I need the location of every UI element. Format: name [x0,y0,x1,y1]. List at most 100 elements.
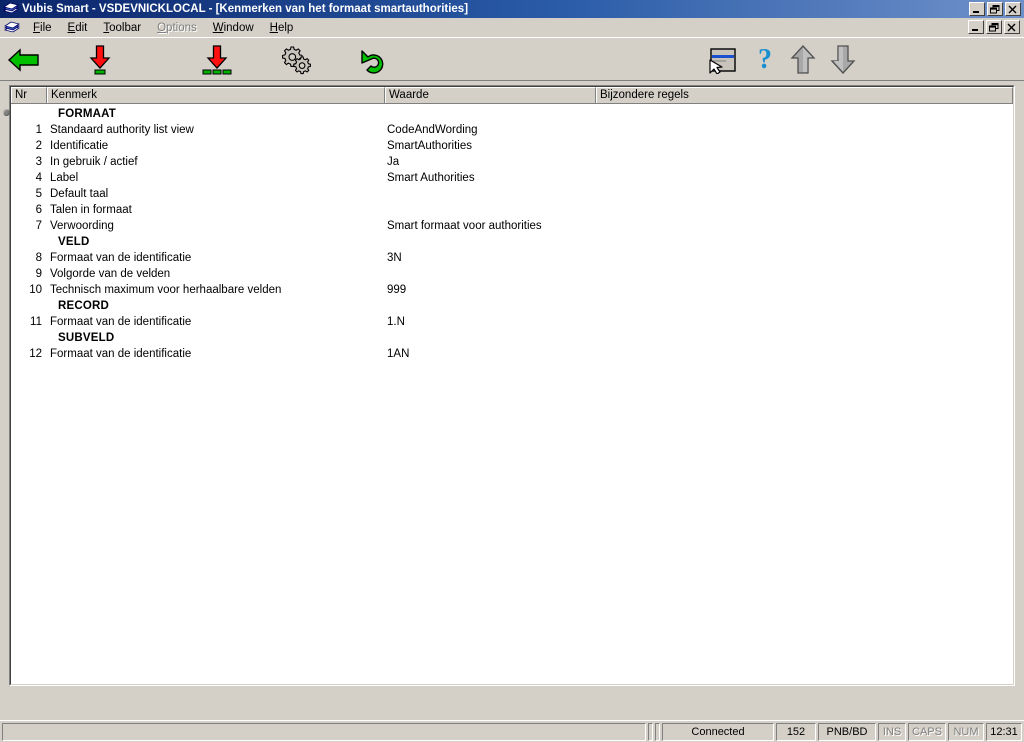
cell-kenmerk: Default taal [50,188,109,200]
table-section-row[interactable]: VELD [11,234,1013,250]
cell-nr: 5 [35,188,42,200]
table-row[interactable]: 5 Default taal [11,186,1013,202]
back-arrow-icon[interactable] [4,41,44,79]
svg-text:?: ? [758,45,772,75]
column-header-waarde[interactable]: Waarde [385,87,596,103]
table-row[interactable]: 12 Formaat van de identificatie 1AN [11,346,1013,362]
close-icon[interactable] [1005,2,1021,16]
table-section-row[interactable]: RECORD [11,298,1013,314]
menu-item-file[interactable]: File [25,20,60,36]
cell-waarde: CodeAndWording [387,124,478,136]
grid-body: FORMAAT 1 Standaard authority list view Cod… [11,104,1013,684]
application-window: Vubis Smart - VSDEVNICKLOCAL - [Kenmerke… [0,0,1024,742]
cell-kenmerk: Formaat van de identificatie [50,348,192,360]
title-bar: Vubis Smart - VSDEVNICKLOCAL - [Kenmerke… [0,0,1024,18]
cell-nr: 11 [30,316,42,328]
column-header-kenmerk[interactable]: Kenmerk [47,87,385,103]
cell-kenmerk: Volgorde van de velden [50,268,171,280]
status-time: 12:31 [986,722,1022,741]
undo-arrow-icon[interactable] [353,41,393,79]
cell-waarde: Ja [387,156,400,168]
cell-nr: 4 [35,172,42,184]
toolbar: ? [0,37,1024,81]
cell-nr: 12 [29,348,42,360]
status-database: PNB/BD [818,722,876,741]
table-row[interactable]: 9 Volgorde van de velden [11,266,1013,282]
select-multiple-icon[interactable] [197,41,237,79]
table-row[interactable]: 10 Technisch maximum voor herhaalbare vel… [11,282,1013,298]
cell-nr: 9 [35,268,42,280]
menu-item-window[interactable]: Window [205,20,262,36]
cell-nr: 3 [35,156,42,168]
book-icon [3,2,19,16]
menu-bar: File Edit Toolbar Options Window Help [0,18,1024,37]
mdi-close-icon[interactable] [1004,20,1020,34]
page-down-icon[interactable] [823,41,863,79]
page-up-icon[interactable] [783,41,823,79]
window-title: Vubis Smart - VSDEVNICKLOCAL - [Kenmerke… [22,3,469,15]
cell-kenmerk: Identificatie [50,140,109,152]
cell-kenmerk: FORMAAT [58,108,117,120]
window-controls [969,2,1021,16]
cell-kenmerk: Formaat van de identificatie [50,316,192,328]
cell-waarde: 1AN [387,348,410,360]
cell-kenmerk: SUBVELD [58,332,115,344]
minimize-icon[interactable] [969,2,985,16]
cell-nr: 10 [29,284,42,296]
mdi-restore-icon[interactable] [986,20,1002,34]
screen-select-icon[interactable] [703,41,743,79]
table-row[interactable]: 6 Talen in formaat [11,202,1013,218]
restore-icon[interactable] [987,2,1003,16]
status-message [2,722,646,741]
mdi-client-area: Nr Kenmerk Waarde Bijzondere regels FORM… [0,81,1024,720]
status-num: NUM [948,722,984,741]
cell-nr: 7 [35,220,42,232]
status-bar: Connected 152 PNB/BD INS CAPS NUM 12:31 [0,720,1024,742]
row-marker-dot [3,109,10,116]
cell-kenmerk: VELD [58,236,90,248]
select-single-icon[interactable] [80,41,120,79]
table-row[interactable]: 8 Formaat van de identificatie 3N [11,250,1013,266]
grid-inner-frame: Nr Kenmerk Waarde Bijzondere regels FORM… [10,86,1014,685]
status-grip-2 [655,722,660,741]
properties-grid: Nr Kenmerk Waarde Bijzondere regels FORM… [9,85,1015,686]
menu-item-edit[interactable]: Edit [60,20,96,36]
book-icon[interactable] [4,21,20,35]
help-question-icon[interactable]: ? [745,41,785,79]
table-row[interactable]: 7 Verwoording Smart formaat voor authoriti… [11,218,1013,234]
status-caps: CAPS [908,722,946,741]
cell-kenmerk: Technisch maximum voor herhaalbare velde… [50,284,282,296]
table-section-row[interactable]: FORMAAT [11,106,1013,122]
cell-nr: 6 [35,204,42,216]
menu-item-help[interactable]: Help [262,20,302,36]
mdi-minimize-icon[interactable] [968,20,984,34]
grid-header-row: Nr Kenmerk Waarde Bijzondere regels [11,87,1013,104]
table-row[interactable]: 4 Label Smart Authorities [11,170,1013,186]
menu-item-toolbar[interactable]: Toolbar [95,20,149,36]
column-header-bijzondere-regels[interactable]: Bijzondere regels [596,87,1013,103]
cell-nr: 2 [35,140,42,152]
table-row[interactable]: 1 Standaard authority list view CodeAndWor… [11,122,1013,138]
cell-waarde: 1.N [387,316,405,328]
gears-icon[interactable] [275,41,315,79]
cell-kenmerk: Standaard authority list view [50,124,194,136]
cell-nr: 8 [35,252,42,264]
status-ins: INS [878,722,906,741]
cell-kenmerk: In gebruik / actief [50,156,138,168]
status-connection: Connected [662,722,774,741]
table-row[interactable]: 2 Identificatie SmartAuthorities [11,138,1013,154]
mdi-child-controls [968,20,1020,34]
cell-waarde: Smart formaat voor authorities [387,220,542,232]
cell-waarde: 3N [387,252,402,264]
table-section-row[interactable]: SUBVELD [11,330,1013,346]
table-row[interactable]: 3 In gebruik / actief Ja [11,154,1013,170]
cell-waarde: Smart Authorities [387,172,475,184]
column-header-nr[interactable]: Nr [11,87,47,103]
cell-waarde: SmartAuthorities [387,140,473,152]
cell-kenmerk: Verwoording [50,220,114,232]
status-grip-1 [648,722,653,741]
table-row[interactable]: 11 Formaat van de identificatie 1.N [11,314,1013,330]
menu-item-options: Options [157,21,197,34]
cell-kenmerk: Formaat van de identificatie [50,252,192,264]
cell-kenmerk: Talen in formaat [50,204,132,216]
